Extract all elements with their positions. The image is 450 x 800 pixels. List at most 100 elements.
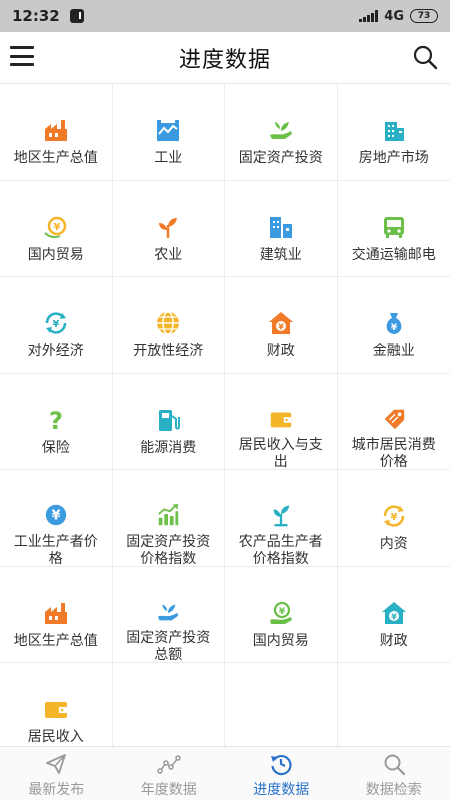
svg-text:¥: ¥ [391,323,398,333]
grid-item-label: 对外经济 [27,343,84,359]
grid-item[interactable]: 能源消费 [112,373,225,470]
bottom-tab-bar: 最新发布 年度数据 进度数据 数据检索 [0,746,450,800]
status-indicators: 4G 73 [359,9,438,24]
grid-item[interactable]: 农产品生产者价格指数 [225,470,338,567]
category-grid: 地区生产总值 工业 固定资产投资 房地产市场 ¥ 国内贸易 农业 建筑业 交通运输邮电 ¥ 对外经济… [0,84,450,746]
grid-item[interactable]: ? 保险 [0,373,113,470]
grid-item[interactable]: 地区生产总值 [0,566,113,663]
grid-item[interactable]: ¥ 对外经济 [0,277,113,374]
grid-item-label: 固定资产投资 [238,150,323,166]
hand-plant-icon [269,122,292,139]
grid-item[interactable]: 固定资产投资 [225,84,338,181]
svg-text:¥: ¥ [53,222,60,233]
tiktok-notification-icon [69,9,84,23]
grid-item-label: 内资 [379,536,408,552]
yuan-hand-icon: ¥ [269,601,292,624]
network-type: 4G [384,8,404,24]
coin-trade-icon: ¥ [44,216,66,238]
money-bag-icon: ¥ [386,313,402,334]
grid-item-label: 交通运输邮电 [351,246,436,263]
grid-item[interactable]: ¥ 金融业 [337,277,450,374]
grid-item[interactable]: ¥ 内资 [337,470,450,567]
search-icon[interactable] [412,44,438,70]
globe-icon [157,311,180,335]
grid-item-label: 固定资产投资价格指数 [126,533,211,566]
grid-empty-cell [225,663,338,746]
grid-item[interactable]: ¥ 财政 [337,567,450,663]
menu-icon[interactable] [10,46,34,66]
grid-item[interactable]: ¥ 国内贸易 [0,180,113,277]
grid-item[interactable]: 工业 [112,84,225,181]
svg-text:¥: ¥ [391,612,397,621]
grid-item-label: 财政 [379,632,408,649]
svg-text:¥: ¥ [52,319,59,330]
yuan-exchange-icon: ¥ [383,505,404,527]
sprout-icon [159,217,178,238]
svg-text:¥: ¥ [279,607,286,617]
page-title: 进度数据 [178,47,271,73]
fuel-pump-icon [159,409,181,431]
grid-item[interactable]: 居民收入与支出 [225,373,338,470]
bus-icon [383,216,404,238]
tab-line-nodes[interactable]: 年度数据 [113,747,226,800]
tab-label: 数据检索 [365,782,422,798]
tab-label: 年度数据 [140,782,197,798]
grid-item-label: 地区生产总值 [13,150,98,166]
wallet-icon [44,702,67,718]
svg-text:?: ? [49,407,63,434]
tab-search[interactable]: 数据检索 [338,747,450,800]
paper-plane-icon [46,754,67,774]
battery-level: 73 [417,11,431,21]
grid-item[interactable]: ¥ 国内贸易 [225,566,338,663]
bar-trend-icon [158,503,179,526]
grid-item[interactable]: 固定资产投资价格指数 [112,470,225,567]
wallet-icon [270,411,291,427]
line-nodes-icon [157,755,181,774]
grid-item-label: 国内贸易 [252,632,309,649]
grid-empty-cell [113,663,225,746]
plant-hand-icon [273,505,290,527]
house-yuan-icon: ¥ [268,312,293,334]
yuan-exchange-icon: ¥ [45,312,66,334]
city-buildings-icon [269,216,292,238]
tab-paper-plane[interactable]: 最新发布 [0,747,113,800]
house-yuan-icon: ¥ [381,601,406,624]
tab-clock-history[interactable]: 进度数据 [225,747,338,800]
grid-item-label: 财政 [266,343,295,359]
app-header: 进度数据 [0,32,450,84]
grid-item-label: 金融业 [372,343,415,359]
signal-icon [359,10,379,22]
question-icon: ? [49,407,63,434]
tab-label: 进度数据 [253,782,310,798]
industry-icon [157,120,180,141]
building-icon [384,122,404,141]
grid-item[interactable]: 房地产市场 [337,84,450,181]
grid-item[interactable]: 交通运输邮电 [337,181,450,277]
price-tag-icon [384,409,404,429]
grid-item-label: 城市居民消费价格 [351,437,436,469]
grid-item[interactable]: 开放性经济 [112,277,225,374]
status-bar: 12:32 4G 73 [0,0,450,32]
grid-empty-cell [338,663,450,746]
grid-item[interactable]: 农业 [112,180,225,277]
grid-item-label: 工业 [154,150,183,166]
grid-item[interactable]: 建筑业 [225,180,338,277]
grid-item-label: 固定资产投资总额 [126,630,211,662]
battery-icon: 73 [410,9,438,23]
grid-item[interactable]: ¥ 工业生产者价格 [0,470,113,567]
grid-item-label: 房地产市场 [358,150,429,166]
grid-item[interactable]: 地区生产总值 [0,84,113,181]
factory-icon [44,602,67,624]
grid-item-label: 居民收入与支出 [238,437,323,469]
grid-item[interactable]: ¥ 财政 [225,277,338,374]
grid-item-label: 居民收入 [27,729,84,745]
hand-plant-icon [158,604,179,620]
status-time: 12:32 [12,7,60,25]
grid-item[interactable]: 城市居民消费价格 [337,374,450,470]
grid-item-label: 工业生产者价格 [13,533,98,566]
grid-item[interactable]: 固定资产投资总额 [112,566,225,663]
tab-label: 最新发布 [28,782,85,798]
grid-item[interactable]: 居民收入 [0,663,113,746]
factory-icon [44,120,67,141]
svg-text:¥: ¥ [390,512,397,523]
